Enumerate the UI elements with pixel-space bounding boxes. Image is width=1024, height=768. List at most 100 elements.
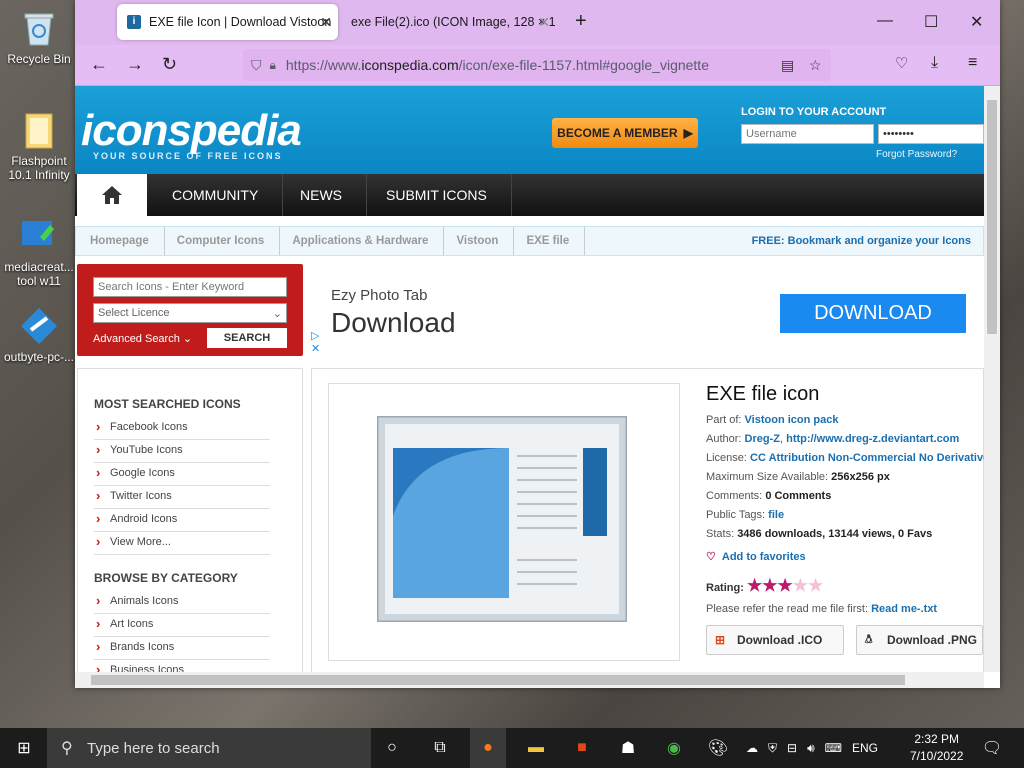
sidebar-link[interactable]: Brands Icons bbox=[94, 637, 270, 660]
forgot-password-link[interactable]: Forgot Password? bbox=[876, 149, 957, 160]
taskbar-search[interactable]: ⚲ Type here to search bbox=[47, 728, 371, 768]
office-icon[interactable]: ■ bbox=[570, 736, 594, 760]
shield-icon[interactable]: ⛉ bbox=[251, 57, 262, 74]
close-tab-icon[interactable]: ✕ bbox=[538, 14, 550, 31]
vertical-scrollbar[interactable] bbox=[984, 86, 1000, 672]
username-field[interactable] bbox=[741, 124, 874, 144]
address-bar[interactable]: ⛉ 🔒︎ https://www. iconspedia.com/icon/exe… bbox=[243, 49, 831, 81]
cortana-icon[interactable]: ○ bbox=[380, 736, 404, 760]
star-filled-icon[interactable]: ★ bbox=[747, 576, 762, 595]
close-window-icon[interactable]: ✕ bbox=[970, 12, 983, 32]
sidebar-link[interactable]: Facebook Icons bbox=[94, 417, 270, 440]
star-empty-icon[interactable]: ★ bbox=[793, 576, 808, 595]
rating-stars[interactable]: ★★★★★ bbox=[747, 576, 823, 595]
reload-icon[interactable]: ↻ bbox=[162, 54, 177, 75]
maximize-icon[interactable]: ☐ bbox=[924, 12, 938, 32]
forward-icon[interactable]: → bbox=[126, 54, 144, 75]
advanced-search-link[interactable]: Advanced Search ⌄ bbox=[93, 332, 192, 345]
notification-icon[interactable]: 🗨︎ bbox=[980, 736, 1004, 760]
desktop-icon-outbyte[interactable]: outbyte-pc-... bbox=[2, 306, 76, 364]
tab-active[interactable]: i EXE file Icon | Download Vistoon ✕ bbox=[117, 4, 338, 40]
scroll-thumb[interactable] bbox=[987, 100, 997, 334]
cloud-offline-icon[interactable]: ☁ bbox=[746, 741, 758, 755]
sidebar-link[interactable]: Art Icons bbox=[94, 614, 270, 637]
teams-icon[interactable]: ☗ bbox=[616, 736, 640, 760]
folder-icon bbox=[19, 110, 59, 150]
network-icon[interactable]: ⊟ bbox=[787, 741, 797, 755]
file-explorer-icon[interactable]: ▬ bbox=[524, 736, 548, 760]
tab-title: EXE file Icon | Download Vistoon bbox=[149, 15, 332, 29]
desktop-icon-flashpoint[interactable]: Flashpoint 10.1 Infinity bbox=[2, 110, 76, 182]
free-bookmark-link[interactable]: FREE: Bookmark and organize your Icons bbox=[752, 235, 971, 247]
part-of-link[interactable]: Vistoon icon pack bbox=[745, 414, 839, 426]
breadcrumb-item[interactable]: Vistoon bbox=[442, 227, 515, 255]
recycle-bin-icon bbox=[19, 8, 59, 48]
star-empty-icon[interactable]: ★ bbox=[808, 576, 823, 595]
breadcrumb-item[interactable]: Computer Icons bbox=[163, 227, 280, 255]
desktop-icon-mediacreation[interactable]: mediacreat... tool w11 bbox=[2, 216, 76, 288]
become-member-button[interactable]: BECOME A MEMBER ▶ bbox=[552, 118, 698, 148]
desktop-icon-label: Flashpoint 10.1 Infinity bbox=[8, 154, 70, 182]
scroll-thumb[interactable] bbox=[91, 675, 905, 685]
ad-download-button[interactable]: DOWNLOAD bbox=[780, 294, 966, 333]
ad-choices-icon[interactable]: ▷ ✕ bbox=[311, 329, 320, 355]
download-png-label: Download .PNG bbox=[887, 633, 977, 647]
reader-view-icon[interactable]: ▤ bbox=[781, 57, 794, 74]
clock[interactable]: 2:32 PM 7/10/2022 bbox=[910, 731, 963, 765]
bookmark-star-icon[interactable]: ☆ bbox=[809, 57, 822, 74]
menu-news[interactable]: NEWS bbox=[276, 174, 367, 216]
breadcrumb-item: EXE file bbox=[512, 227, 586, 255]
lock-icon[interactable]: 🔒︎ bbox=[270, 58, 276, 73]
close-tab-icon[interactable]: ✕ bbox=[320, 14, 332, 31]
author-link[interactable]: Dreg-Z bbox=[745, 433, 780, 445]
chrome-icon[interactable]: ◉ bbox=[662, 736, 686, 760]
downloads-icon[interactable]: ⤓ bbox=[931, 54, 938, 72]
menu-icon[interactable]: ≡ bbox=[968, 54, 977, 72]
breadcrumb-item[interactable]: Homepage bbox=[76, 227, 165, 255]
task-view-icon[interactable]: ⧉ bbox=[428, 736, 452, 760]
advertisement[interactable]: ▷ ✕ Ezy Photo Tab Download DOWNLOAD bbox=[309, 269, 984, 357]
tag-link[interactable]: file bbox=[768, 509, 784, 521]
security-icon[interactable]: ⛨ bbox=[768, 741, 777, 756]
download-ico-button[interactable]: ⊞ Download .ICO bbox=[706, 625, 844, 655]
star-filled-icon[interactable]: ★ bbox=[777, 576, 792, 595]
sidebar-link[interactable]: Google Icons bbox=[94, 463, 270, 486]
volume-icon[interactable]: 🔊︎ bbox=[807, 741, 815, 756]
search-button[interactable]: SEARCH bbox=[207, 328, 287, 348]
minimize-icon[interactable]: — bbox=[877, 12, 893, 30]
start-icon[interactable]: ⊞ bbox=[12, 736, 36, 760]
sidebar-link[interactable]: Animals Icons bbox=[94, 591, 270, 614]
back-icon[interactable]: ← bbox=[90, 54, 108, 75]
readme-link[interactable]: Read me-.txt bbox=[871, 603, 937, 615]
star-filled-icon[interactable]: ★ bbox=[762, 576, 777, 595]
site-logo[interactable]: iconspedia bbox=[81, 106, 302, 156]
pocket-icon[interactable]: ♡ bbox=[895, 54, 908, 72]
add-favorites-link[interactable]: ♡ Add to favorites bbox=[706, 550, 806, 563]
home-button[interactable] bbox=[77, 174, 147, 216]
keyboard-icon[interactable]: ⌨ bbox=[825, 741, 842, 755]
sidebar-link[interactable]: View More... bbox=[94, 532, 270, 555]
sidebar-link[interactable]: Android Icons bbox=[94, 509, 270, 532]
tab-inactive[interactable]: exe File(2).ico (ICON Image, 128 × 1 ✕ bbox=[341, 4, 556, 40]
menu-submit-icons[interactable]: SUBMIT ICONS bbox=[362, 174, 512, 216]
clock-time: 2:32 PM bbox=[914, 732, 960, 746]
desktop-icon-recycle-bin[interactable]: Recycle Bin bbox=[2, 8, 76, 66]
menu-community[interactable]: COMMUNITY bbox=[148, 174, 284, 216]
new-tab-icon[interactable]: + bbox=[575, 10, 587, 33]
sidebar-link[interactable]: Twitter Icons bbox=[94, 486, 270, 509]
paint-icon[interactable]: 🎨︎ bbox=[706, 736, 730, 760]
firefox-icon[interactable]: ● bbox=[470, 728, 506, 768]
password-field[interactable]: •••••••• bbox=[878, 124, 984, 144]
horizontal-scrollbar[interactable] bbox=[75, 672, 984, 688]
licence-select[interactable]: Select Licence ⌄ bbox=[93, 303, 287, 323]
breadcrumb-item[interactable]: Applications & Hardware bbox=[278, 227, 445, 255]
sidebar-link[interactable]: Business Icons bbox=[94, 660, 270, 672]
search-input[interactable] bbox=[93, 277, 287, 297]
icon-title: EXE file icon bbox=[706, 383, 820, 405]
author-url-link[interactable]: http://www.dreg-z.deviantart.com bbox=[786, 433, 959, 445]
language-indicator[interactable]: ENG bbox=[852, 741, 878, 755]
download-png-button[interactable]: 🐧︎ Download .PNG bbox=[856, 625, 983, 655]
license-link[interactable]: CC Attribution Non-Commercial No Derivat… bbox=[750, 452, 984, 464]
readme-row: Please refer the read me file first: Rea… bbox=[706, 603, 937, 615]
sidebar-link[interactable]: YouTube Icons bbox=[94, 440, 270, 463]
